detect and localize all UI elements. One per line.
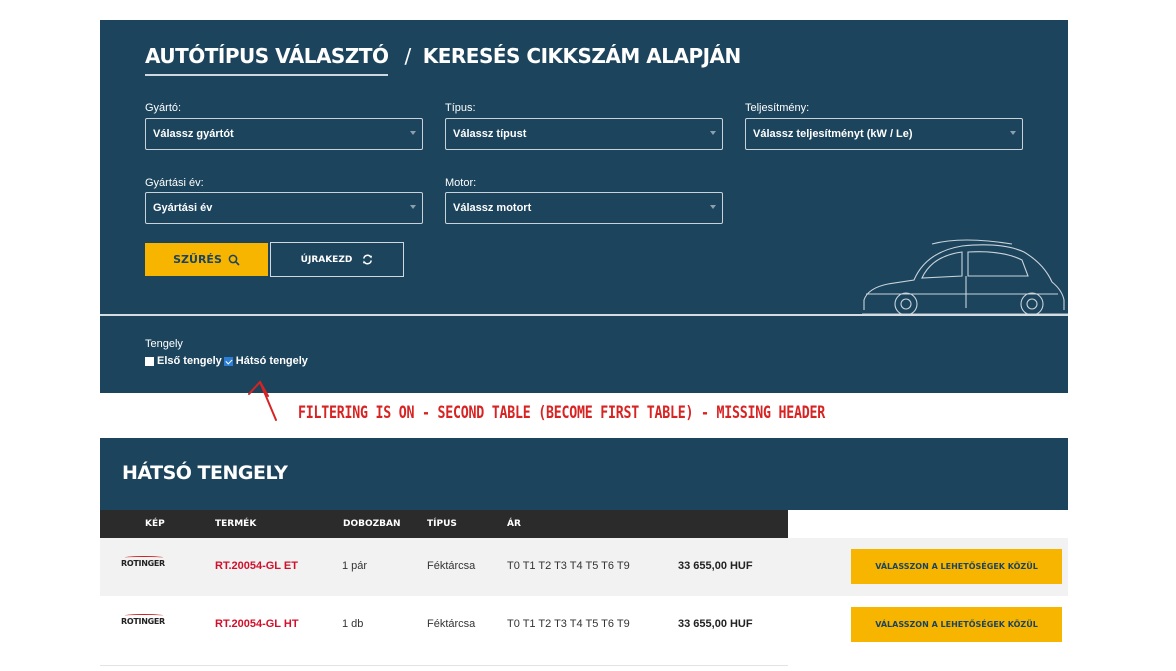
chevron-down-icon [1010,131,1016,135]
col-product: TERMÉK [215,519,257,529]
front-axle-label[interactable]: Első tengely [157,355,222,367]
year-select[interactable]: Gyártási év [145,192,423,224]
table-header: KÉP TERMÉK DOBOZBAN TÍPUS ÁR [100,510,788,538]
variant-list: T0 T1 T2 T3 T4 T5 T6 T9 [507,618,630,630]
reset-button-label: ÚJRAKEZD [300,254,353,265]
table-row: ROTINGER RT.20054-GL HT 1 db Féktárcsa T… [100,596,1068,654]
manufacturer-select-value: Válassz gyártót [153,128,234,140]
chevron-down-icon [410,205,416,209]
power-label: Teljesítmény: [745,102,810,114]
tab-separator: / [404,44,411,68]
power-select-value: Válassz teljesítményt (kW / Le) [753,128,913,140]
rear-axle-label[interactable]: Hátsó tengely [236,355,308,367]
chevron-down-icon [710,205,716,209]
brand-logo: ROTINGER [121,614,165,626]
table-bottom-border [100,665,788,666]
brand-logo: ROTINGER [121,556,165,568]
axle-filter-options: Első tengely Hátsó tengely [145,355,308,367]
type-select[interactable]: Válassz típust [445,118,723,150]
reset-button[interactable]: ÚJRAKEZD [270,242,404,277]
col-image: KÉP [145,519,165,529]
box-quantity: 1 pár [342,560,368,572]
engine-select-value: Válassz motort [453,202,532,214]
panel-divider [100,314,1068,316]
type-select-value: Válassz típust [453,128,527,140]
search-tabs: AUTÓTÍPUS VÁLASZTÓ / KERESÉS CIKKSZÁM ALAP… [145,44,741,76]
product-link[interactable]: RT.20054-GL HT [215,618,299,630]
refresh-icon [363,254,373,265]
power-select[interactable]: Válassz teljesítményt (kW / Le) [745,118,1023,150]
variant-list: T0 T1 T2 T3 T4 T5 T6 T9 [507,560,630,572]
product-price: 33 655,00 HUF [678,560,753,572]
car-illustration-icon [862,239,1068,316]
front-axle-checkbox[interactable] [145,356,154,366]
filter-button-label: SZŰRÉS [173,253,222,266]
col-type: TÍPUS [427,519,457,529]
product-type: Féktárcsa [427,560,476,572]
product-type: Féktárcsa [427,618,476,630]
year-select-value: Gyártási év [153,202,213,214]
section-title: HÁTSÓ TENGELY [122,462,288,484]
table-row: ROTINGER RT.20054-GL ET 1 pár Féktárcsa … [100,538,1068,596]
choose-options-button[interactable]: VÁLASSZON A LEHETŐSÉGEK KÖZÜL [851,607,1062,642]
box-quantity: 1 db [342,618,364,630]
col-price: ÁR [507,519,521,529]
chevron-down-icon [410,131,416,135]
product-link[interactable]: RT.20054-GL ET [215,560,298,572]
year-label: Gyártási év: [145,177,204,189]
annotation-text: FILTERING IS ON - SECOND TABLE (BECOME F… [298,403,825,423]
engine-select[interactable]: Válassz motort [445,192,723,224]
tab-part-number-search[interactable]: KERESÉS CIKKSZÁM ALAPJÁN [423,44,742,68]
choose-options-button[interactable]: VÁLASSZON A LEHETŐSÉGEK KÖZÜL [851,549,1062,584]
col-box: DOBOZBAN [343,519,401,529]
product-price: 33 655,00 HUF [678,618,753,630]
type-label: Típus: [445,102,476,114]
engine-label: Motor: [445,177,477,189]
chevron-down-icon [710,131,716,135]
manufacturer-label: Gyártó: [145,102,182,114]
rear-axle-checkbox[interactable] [223,356,233,366]
search-icon [228,254,240,266]
results-section-header: HÁTSÓ TENGELY [100,438,1068,510]
manufacturer-select[interactable]: Válassz gyártót [145,118,423,150]
filter-button[interactable]: SZŰRÉS [145,243,268,276]
tab-vehicle-selector[interactable]: AUTÓTÍPUS VÁLASZTÓ [145,44,389,76]
vehicle-search-panel: AUTÓTÍPUS VÁLASZTÓ / KERESÉS CIKKSZÁM ALAP… [100,20,1068,393]
axle-filter-title: Tengely [145,338,183,350]
